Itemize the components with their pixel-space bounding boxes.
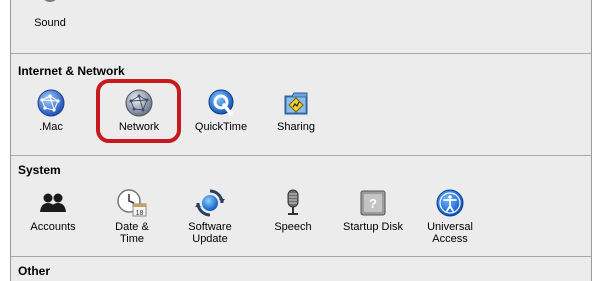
pane-label: Startup Disk <box>343 221 403 233</box>
universal-access-icon <box>436 189 464 217</box>
pane-startup-disk[interactable]: ? Startup Disk <box>337 188 409 233</box>
sharing-icon <box>284 92 308 115</box>
svg-text:?: ? <box>369 196 377 211</box>
pane-label: Universal Access <box>427 221 473 245</box>
startup-disk-icon: ? <box>360 190 386 216</box>
section-title-system: System <box>18 163 61 177</box>
section-title-internet: Internet & Network <box>18 64 125 78</box>
speech-icon <box>287 189 299 215</box>
pane-label: Date & Time <box>115 221 149 245</box>
date-time-icon: 18 <box>117 189 147 217</box>
pane-sharing[interactable]: Sharing <box>271 88 321 133</box>
pane-dotmac[interactable]: .Mac <box>29 88 73 133</box>
pane-label: .Mac <box>39 121 63 133</box>
software-update-icon <box>195 189 225 217</box>
pane-label: Sound <box>34 17 66 29</box>
date-time-badge: 18 <box>136 210 144 217</box>
pane-label: Software Update <box>188 221 232 245</box>
pane-label: Sharing <box>277 121 315 133</box>
quicktime-icon <box>208 89 234 116</box>
system-preferences-window: Sound Internet & Network .Mac Network Qu… <box>10 0 592 281</box>
pane-label: Speech <box>274 221 312 233</box>
pane-label: Accounts <box>30 221 76 233</box>
pane-speech[interactable]: Speech <box>268 188 318 233</box>
accounts-icon <box>40 193 66 212</box>
pane-accounts[interactable]: Accounts <box>25 188 81 233</box>
network-highlight-circle <box>96 79 181 143</box>
dotmac-icon <box>37 89 65 117</box>
section-title-other: Other <box>18 264 51 278</box>
pane-label: QuickTime <box>194 121 248 133</box>
sound-icon <box>44 0 56 2</box>
pane-universal-access[interactable]: Universal Access <box>422 188 478 245</box>
pane-date-time[interactable]: 18 Date & Time <box>104 188 160 245</box>
pane-quicktime[interactable]: QuickTime <box>193 88 249 133</box>
pane-software-update[interactable]: Software Update <box>182 188 238 245</box>
pane-sound[interactable]: Sound <box>25 0 75 29</box>
